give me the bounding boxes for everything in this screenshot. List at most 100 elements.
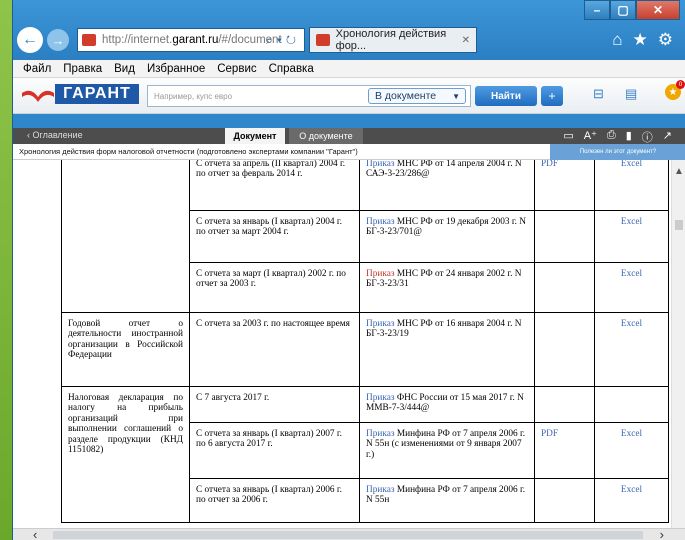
menu-tools[interactable]: Сервис	[217, 63, 256, 75]
excel-link-cell[interactable]: Excel	[594, 312, 669, 387]
document-tabs-bar: ‹ Оглавление Документ О документе ▭ A⁺ ⎙…	[13, 128, 685, 144]
document-tools: ▭ A⁺ ⎙ ▮ ⓘ ↗	[563, 129, 672, 145]
scroll-left-icon[interactable]: ‹	[33, 527, 37, 540]
info-icon[interactable]: ⓘ	[642, 129, 653, 145]
order-cell: Приказ МНС РФ от 16 января 2004 г. N БГ-…	[359, 312, 535, 387]
period-cell: С отчета за январь (I квартал) 2004 г. п…	[189, 210, 360, 263]
pdf-link-cell[interactable]: PDF	[534, 422, 595, 479]
horizontal-scroll-track[interactable]	[53, 531, 643, 539]
excel-link-cell[interactable]: Excel	[594, 210, 669, 263]
pdf-link-cell	[534, 478, 595, 523]
search-scope-value: В документе	[375, 90, 437, 102]
navigation-row: ← → http://internet. garant.ru/#/document…	[17, 26, 681, 54]
form-name-cell: Налоговая декларация по налогу на прибыл…	[61, 386, 190, 523]
feedback-label: Полезен ли этот документ?	[579, 149, 657, 155]
period-cell: С отчета за январь (I квартал) 2007 г. п…	[189, 422, 360, 479]
plus-button[interactable]: +	[541, 86, 563, 106]
site-favicon-icon	[82, 34, 96, 46]
scroll-up-icon[interactable]: ▲	[674, 166, 684, 177]
browser-tab[interactable]: Хронология действия фор... ✕	[309, 27, 477, 53]
tab-document[interactable]: Документ	[225, 128, 285, 144]
maximize-button[interactable]: ▢	[610, 0, 636, 20]
scroll-right-icon[interactable]: ›	[660, 527, 664, 540]
period-cell: С 7 августа 2017 г.	[189, 386, 360, 423]
vertical-scrollbar[interactable]: ▲	[671, 160, 685, 528]
notification-badge: 0	[676, 80, 685, 89]
pdf-link-cell	[534, 386, 595, 423]
search-placeholder: Например, купс евро	[154, 91, 233, 101]
menu-file[interactable]: Файл	[23, 63, 51, 75]
scroll-thumb[interactable]	[675, 220, 683, 230]
excel-link-cell[interactable]: Excel	[594, 262, 669, 313]
print-icon[interactable]: ⎙	[607, 129, 616, 145]
search-scope-select[interactable]: В документе ▼	[368, 88, 466, 104]
address-actions-icon[interactable]: ⌕▾↻	[266, 33, 300, 48]
find-button[interactable]: Найти	[475, 86, 537, 106]
order-link[interactable]: Приказ	[366, 160, 395, 169]
bookmark-icon[interactable]: ▮	[626, 129, 632, 145]
document-content: С отчета за апрель (II квартал) 2004 г. …	[13, 160, 685, 528]
period-cell: С отчета за 2003 г. по настоящее время	[189, 312, 360, 387]
plus-button-label: +	[548, 89, 556, 103]
order-cell: Приказ ФНС России от 15 мая 2017 г. N ММ…	[359, 386, 535, 423]
order-link[interactable]: Приказ	[366, 269, 395, 279]
period-cell: С отчета за апрель (II квартал) 2004 г. …	[189, 160, 360, 211]
garant-wordmark: ГАРАНТ	[55, 84, 139, 104]
excel-link-cell[interactable]: Excel	[594, 160, 669, 211]
favorites-star-icon[interactable]: ★	[633, 30, 648, 50]
pdf-link-cell	[534, 262, 595, 313]
feedback-widget[interactable]: Полезен ли этот документ?	[550, 144, 685, 160]
order-link[interactable]: Приказ	[366, 485, 395, 495]
find-button-label: Найти	[491, 90, 521, 102]
browser-titlebar: – ▢ ✕ ← → http://internet. garant.ru/#/do…	[13, 0, 685, 60]
excel-link-cell[interactable]: Excel	[594, 478, 669, 523]
tab-about-document[interactable]: О документе	[289, 128, 363, 144]
menu-favorites[interactable]: Избранное	[147, 63, 205, 75]
document-title: Хронология действия форм налоговой отчет…	[19, 147, 358, 156]
pdf-link-cell[interactable]: PDF	[534, 160, 595, 211]
order-cell: Приказ Минфина РФ от 7 апреля 2006 г. N …	[359, 478, 535, 523]
garant-logo[interactable]: ГАРАНТ	[21, 82, 147, 110]
forward-arrow-icon[interactable]: →	[47, 29, 69, 51]
document-title-bar: Хронология действия форм налоговой отчет…	[13, 144, 685, 160]
menu-help[interactable]: Справка	[269, 63, 314, 75]
order-link[interactable]: Приказ	[366, 217, 395, 227]
order-cell: Приказ МНС РФ от 19 декабря 2003 г. N БГ…	[359, 210, 535, 263]
settings-gear-icon[interactable]: ⚙	[658, 30, 673, 50]
export-icon[interactable]: ▭	[563, 129, 573, 145]
pdf-link-cell	[534, 210, 595, 263]
horizontal-scrollbar[interactable]: ‹ ›	[13, 527, 685, 540]
period-cell: С отчета за март (I квартал) 2002 г. по …	[189, 262, 360, 313]
minimize-button[interactable]: –	[584, 0, 610, 20]
url-prefix: http://internet.	[102, 34, 173, 46]
address-bar[interactable]: http://internet. garant.ru/#/document ⌕▾↻	[77, 28, 305, 52]
home-icon[interactable]: ⌂	[612, 30, 622, 50]
period-cell: С отчета за январь (I квартал) 2006 г. п…	[189, 478, 360, 523]
table-row: Годовой отчет о деятельности иностранной…	[61, 312, 669, 387]
documents-icon[interactable]: ▤	[625, 86, 637, 102]
menu-edit[interactable]: Правка	[63, 63, 102, 75]
excel-link-cell	[594, 386, 669, 423]
order-link[interactable]: Приказ	[366, 393, 395, 403]
tab-favicon-icon	[316, 34, 330, 46]
tab-close-icon[interactable]: ✕	[462, 35, 470, 46]
pdf-link-cell	[534, 312, 595, 387]
toc-toggle[interactable]: ‹ Оглавление	[27, 130, 83, 140]
back-arrow-icon[interactable]: ←	[17, 27, 43, 53]
order-cell: Приказ МНС РФ от 24 января 2002 г. N БГ-…	[359, 262, 535, 313]
font-size-icon[interactable]: A⁺	[584, 129, 597, 145]
notification-icon[interactable]: ★ 0	[665, 80, 685, 100]
table-row: С отчета за апрель (II квартал) 2004 г. …	[61, 160, 669, 313]
order-link[interactable]: Приказ	[366, 429, 395, 439]
menu-view[interactable]: Вид	[114, 63, 135, 75]
close-button[interactable]: ✕	[636, 0, 680, 20]
share-icon[interactable]: ↗	[663, 129, 672, 145]
url-domain: garant.ru	[172, 34, 219, 46]
excel-link-cell[interactable]: Excel	[594, 422, 669, 479]
filter-icon[interactable]: ⊟	[593, 86, 604, 102]
form-name-cell: Годовой отчет о деятельности иностранной…	[61, 312, 190, 387]
garant-search-input[interactable]: Например, купс евро В документе ▼	[147, 85, 471, 107]
browser-right-icons: ⌂ ★ ⚙	[612, 30, 681, 50]
chevron-down-icon: ▼	[452, 91, 460, 101]
order-link[interactable]: Приказ	[366, 319, 395, 329]
